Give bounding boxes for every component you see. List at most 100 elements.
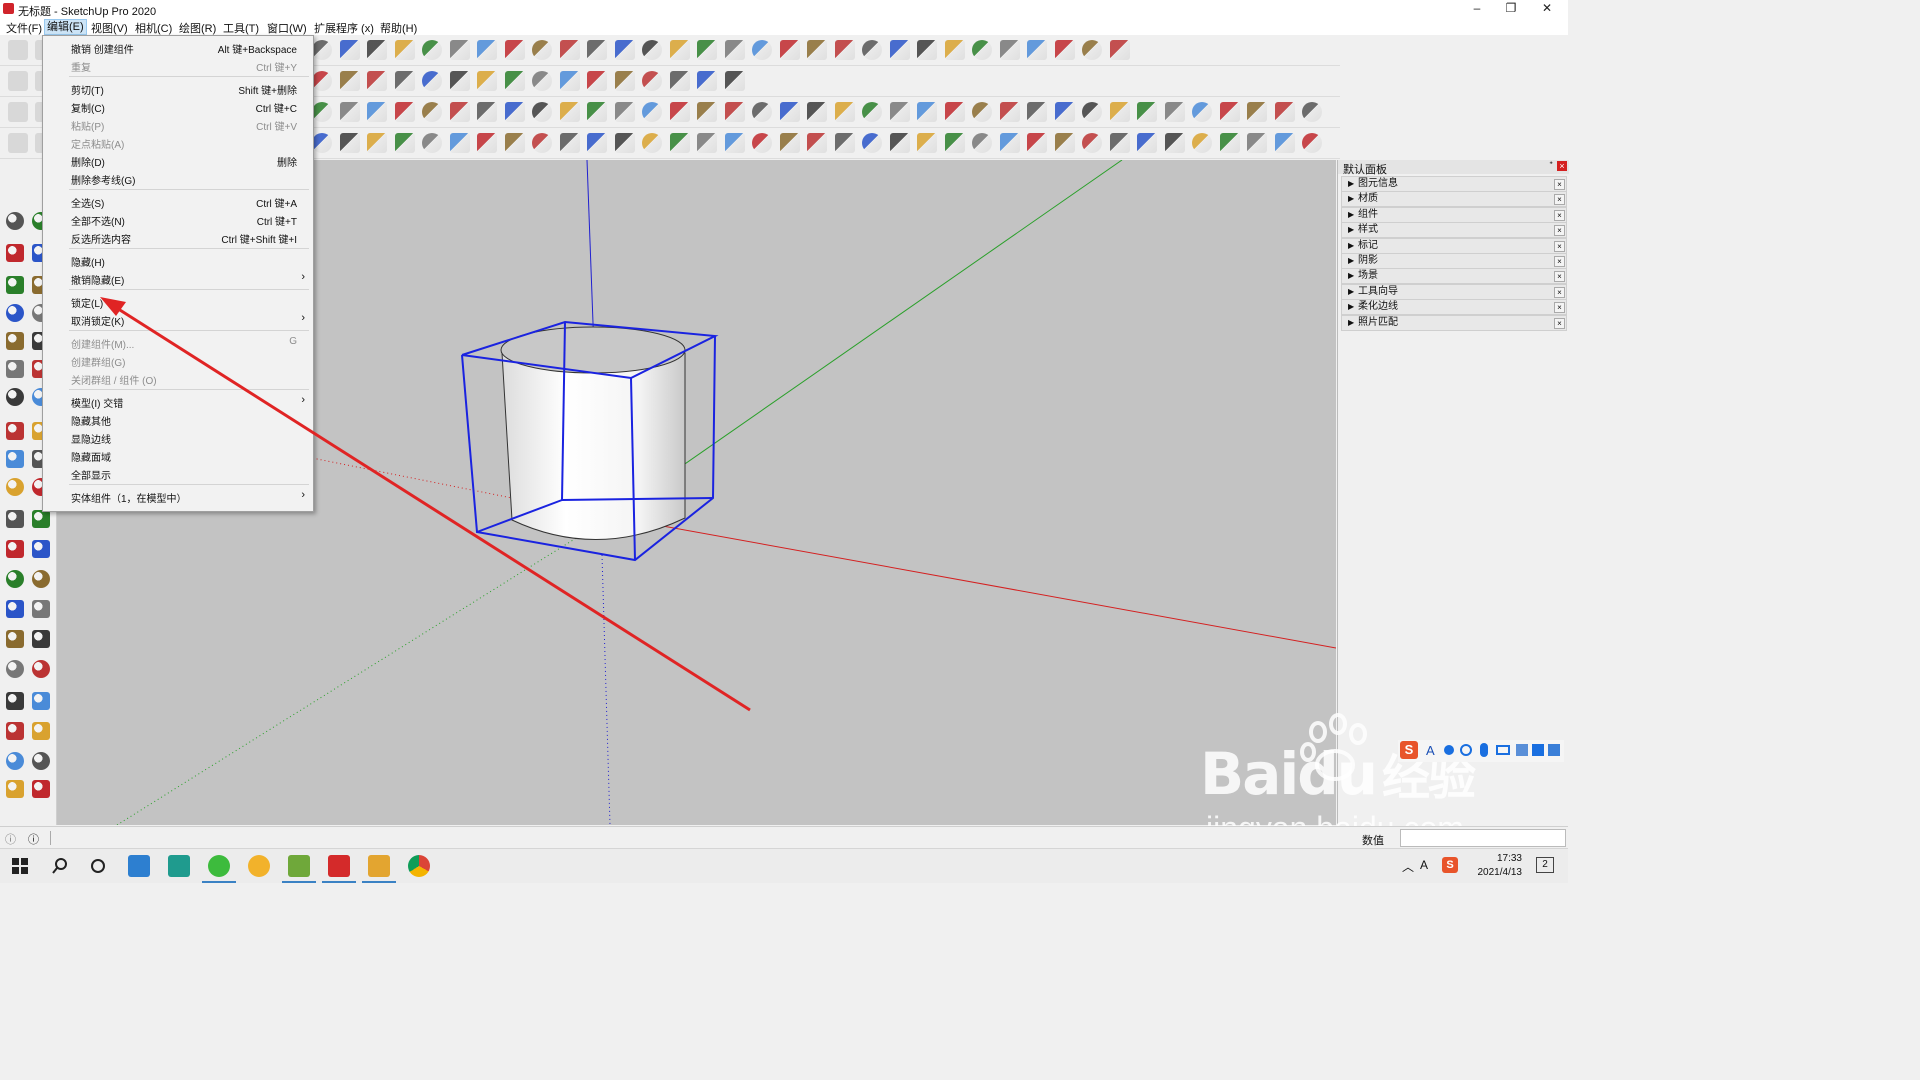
toolbar-tool-icon[interactable] — [889, 133, 910, 153]
toolbar-tool-icon[interactable] — [504, 133, 525, 153]
toolbar-tool-icon[interactable] — [312, 71, 332, 91]
ime-skin-icon[interactable] — [1532, 744, 1544, 756]
toolbar-tool-icon[interactable] — [697, 102, 717, 122]
left-toolbar-tool-icon[interactable] — [6, 332, 24, 350]
toolbar-tool-icon[interactable] — [917, 40, 937, 60]
toolbar-tool-icon[interactable] — [972, 40, 992, 60]
sogou-ime-icon[interactable]: S — [1400, 741, 1418, 759]
search-icon[interactable] — [52, 858, 68, 874]
tray-time[interactable]: 17:33 — [1470, 853, 1522, 864]
ime-keyboard-icon[interactable] — [1496, 745, 1510, 755]
toolbar-tool-icon[interactable] — [559, 40, 580, 60]
minimize-button[interactable]: – — [1460, 0, 1494, 18]
ime-emoji-icon[interactable] — [1460, 744, 1472, 756]
panel-section-close-icon[interactable]: × — [1554, 271, 1565, 283]
toolbar-tool-icon[interactable] — [1219, 133, 1240, 153]
toolbar-tool-icon[interactable] — [422, 40, 442, 60]
panel-section[interactable]: ▶ 样式 × — [1341, 222, 1567, 239]
toolbar-tool-icon[interactable] — [1164, 102, 1185, 122]
edit-menu-item[interactable]: 剪切(T) Shift 键+删除 — [43, 79, 313, 97]
panel-section-close-icon[interactable]: × — [1554, 317, 1565, 329]
left-toolbar-tool-icon[interactable] — [6, 478, 24, 496]
ime-user-icon[interactable] — [1516, 744, 1528, 756]
notification-center-icon[interactable]: 2 — [1536, 857, 1554, 873]
left-toolbar-tool-icon[interactable] — [32, 630, 50, 648]
toolbar-tool-icon[interactable] — [1247, 102, 1267, 122]
toolbar-tool-icon[interactable] — [1054, 133, 1075, 153]
menu-help[interactable]: 帮助(H) — [378, 20, 419, 36]
toolbar-tool-icon[interactable] — [8, 133, 28, 153]
left-toolbar-tool-icon[interactable] — [6, 212, 24, 230]
toolbar-tool-icon[interactable] — [752, 40, 772, 60]
tray-ime-icon[interactable]: A — [1420, 858, 1428, 872]
toolbar-tool-icon[interactable] — [504, 102, 525, 122]
toolbar-tool-icon[interactable] — [1082, 133, 1102, 153]
toolbar-tool-icon[interactable] — [477, 133, 497, 153]
menu-file[interactable]: 文件(F) — [4, 20, 44, 36]
toolbar-tool-icon[interactable] — [587, 71, 607, 91]
toolbar-tool-icon[interactable] — [999, 133, 1020, 153]
toolbar-tool-icon[interactable] — [339, 133, 360, 153]
taskbar-chrome-icon[interactable] — [408, 855, 430, 877]
toolbar-tool-icon[interactable] — [1302, 102, 1322, 122]
toolbar-tool-icon[interactable] — [1137, 133, 1157, 153]
toolbar-tool-icon[interactable] — [1247, 133, 1267, 153]
left-toolbar-tool-icon[interactable] — [6, 304, 24, 322]
toolbar-tool-icon[interactable] — [834, 102, 855, 122]
toolbar-tool-icon[interactable] — [1109, 102, 1130, 122]
panel-close-icon[interactable]: × — [1557, 161, 1567, 171]
edit-menu-item[interactable]: 反选所选内容 Ctrl 键+Shift 键+I — [43, 228, 313, 246]
toolbar-tool-icon[interactable] — [669, 102, 690, 122]
edit-menu-item[interactable]: 隐藏其他 — [43, 410, 313, 428]
panel-pin-icon[interactable]: ᐩ — [1549, 160, 1553, 171]
toolbar-tool-icon[interactable] — [312, 133, 332, 153]
left-toolbar-tool-icon[interactable] — [6, 600, 24, 618]
toolbar-tool-icon[interactable] — [1082, 102, 1102, 122]
toolbar-tool-icon[interactable] — [862, 40, 882, 60]
toolbar-tool-icon[interactable] — [394, 40, 415, 60]
toolbar-tool-icon[interactable] — [8, 40, 28, 60]
ime-toolbox-icon[interactable] — [1548, 744, 1560, 756]
maximize-button[interactable]: ❐ — [1494, 0, 1528, 18]
menu-tools[interactable]: 工具(T) — [221, 20, 261, 36]
toolbar-tool-icon[interactable] — [339, 40, 360, 60]
toolbar-tool-icon[interactable] — [532, 133, 552, 153]
windows-start-icon[interactable] — [12, 858, 28, 874]
toolbar-tool-icon[interactable] — [862, 133, 882, 153]
taskbar-archive-icon[interactable] — [362, 855, 396, 883]
menu-draw[interactable]: 绘图(R) — [177, 20, 218, 36]
taskbar-autocad-icon[interactable] — [168, 855, 190, 877]
panel-section-close-icon[interactable]: × — [1554, 240, 1565, 252]
toolbar-tool-icon[interactable] — [944, 133, 965, 153]
toolbar-tool-icon[interactable] — [422, 102, 442, 122]
measurements-input[interactable] — [1400, 829, 1566, 847]
ime-punct-icon[interactable] — [1444, 745, 1454, 755]
toolbar-tool-icon[interactable] — [669, 40, 690, 60]
toolbar-tool-icon[interactable] — [807, 102, 827, 122]
toolbar-tool-icon[interactable] — [1192, 133, 1212, 153]
left-toolbar-tool-icon[interactable] — [6, 660, 24, 678]
panel-section-close-icon[interactable]: × — [1554, 209, 1565, 221]
toolbar-tool-icon[interactable] — [642, 133, 662, 153]
left-toolbar-tool-icon[interactable] — [32, 660, 50, 678]
toolbar-tool-icon[interactable] — [614, 133, 635, 153]
toolbar-tool-icon[interactable] — [642, 71, 662, 91]
left-toolbar-tool-icon[interactable] — [32, 752, 50, 770]
panel-section-close-icon[interactable]: × — [1554, 194, 1565, 206]
menu-extensions[interactable]: 扩展程序 (x) — [312, 20, 376, 36]
toolbar-tool-icon[interactable] — [587, 133, 607, 153]
left-toolbar-tool-icon[interactable] — [32, 692, 50, 710]
panel-section[interactable]: ▶ 图元信息 × — [1341, 176, 1567, 192]
edit-menu-item[interactable]: 隐藏(H) — [43, 251, 313, 269]
toolbar-tool-icon[interactable] — [394, 71, 415, 91]
toolbar-tool-icon[interactable] — [972, 133, 992, 153]
toolbar-tool-icon[interactable] — [422, 71, 442, 91]
toolbar-tool-icon[interactable] — [834, 40, 855, 60]
panel-section[interactable]: ▶ 工具向导 × — [1341, 283, 1567, 300]
toolbar-tool-icon[interactable] — [1192, 102, 1212, 122]
toolbar-tool-icon[interactable] — [587, 40, 607, 60]
panel-section-close-icon[interactable]: × — [1554, 302, 1565, 314]
left-toolbar-tool-icon[interactable] — [32, 510, 50, 528]
toolbar-tool-icon[interactable] — [1027, 40, 1047, 60]
toolbar-tool-icon[interactable] — [504, 40, 525, 60]
